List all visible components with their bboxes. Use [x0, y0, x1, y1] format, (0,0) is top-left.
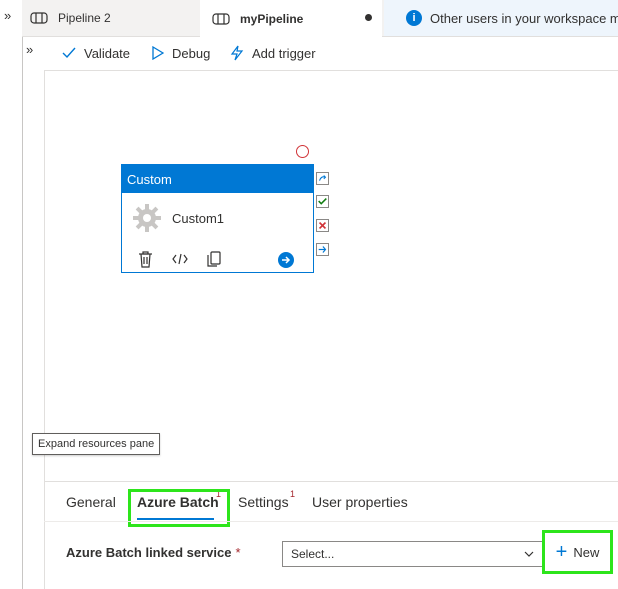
tab-settings[interactable]: Settings [238, 494, 289, 510]
tab-label: Other users in your workspace m [430, 10, 618, 26]
unsaved-dot-icon [365, 14, 372, 21]
tab-label: Pipeline 2 [58, 11, 111, 25]
validate-button[interactable]: Validate [62, 36, 130, 70]
pipeline-icon [212, 12, 230, 25]
required-marker: * [235, 545, 241, 560]
copy-icon[interactable] [207, 251, 221, 267]
select-placeholder: Select... [291, 547, 335, 561]
expand-resources-chevron-icon[interactable]: » [26, 42, 33, 57]
tab-user-properties[interactable]: User properties [312, 494, 408, 510]
add-trigger-button[interactable]: Add trigger [230, 36, 316, 70]
tab-general[interactable]: General [66, 494, 116, 510]
custom-activity-node[interactable]: Custom Custom1 [121, 164, 314, 273]
validate-label: Validate [84, 45, 131, 61]
tab-other-users-info[interactable]: i Other users in your workspace m [384, 0, 618, 36]
debug-label: Debug [172, 45, 211, 61]
new-button-label: New [573, 544, 600, 560]
linked-service-label: Azure Batch linked service * [66, 545, 241, 560]
tab-label: myPipeline [240, 11, 304, 26]
play-icon [152, 46, 164, 60]
left-collapsed-strip: » [0, 0, 23, 589]
add-trigger-label: Add trigger [252, 45, 316, 61]
completion-connector-icon[interactable] [316, 243, 329, 256]
linked-service-select[interactable]: Select... [282, 541, 544, 567]
gear-icon [133, 204, 161, 232]
delete-icon[interactable] [138, 251, 153, 268]
chevron-down-icon [524, 551, 534, 557]
pipeline-toolbar: Validate Debug Add trigger [44, 36, 618, 71]
panel-top-border [44, 481, 618, 482]
plus-icon: + [555, 541, 568, 563]
panel-tab-divider [44, 521, 618, 522]
lightning-icon [230, 45, 244, 61]
activity-header: Custom [122, 165, 313, 193]
skip-connector-icon[interactable] [316, 172, 329, 185]
info-icon: i [406, 10, 422, 26]
activity-name: Custom1 [172, 211, 225, 226]
tab-bar: Pipeline 2 myPipeline i Other users in y… [22, 0, 618, 37]
debug-button[interactable]: Debug [152, 36, 210, 70]
success-connector-icon[interactable] [316, 195, 329, 208]
failure-connector-icon[interactable] [316, 219, 329, 232]
code-icon[interactable] [172, 253, 188, 265]
checkmark-icon [62, 47, 76, 59]
tab-mypipeline[interactable]: myPipeline [200, 0, 382, 37]
canvas-left-border [44, 70, 45, 589]
pipeline-icon [30, 12, 48, 24]
go-arrow-circle-icon[interactable] [278, 252, 294, 268]
new-linked-service-button[interactable]: + New [542, 530, 613, 574]
expand-chevron-icon[interactable]: » [4, 8, 11, 23]
linked-service-label-text: Azure Batch linked service [66, 545, 232, 560]
settings-error-badge: 1 [290, 489, 296, 499]
validation-error-circle-icon [296, 145, 309, 158]
tab-pipeline-2[interactable]: Pipeline 2 [30, 0, 200, 36]
expand-resources-tooltip: Expand resources pane [32, 433, 161, 455]
